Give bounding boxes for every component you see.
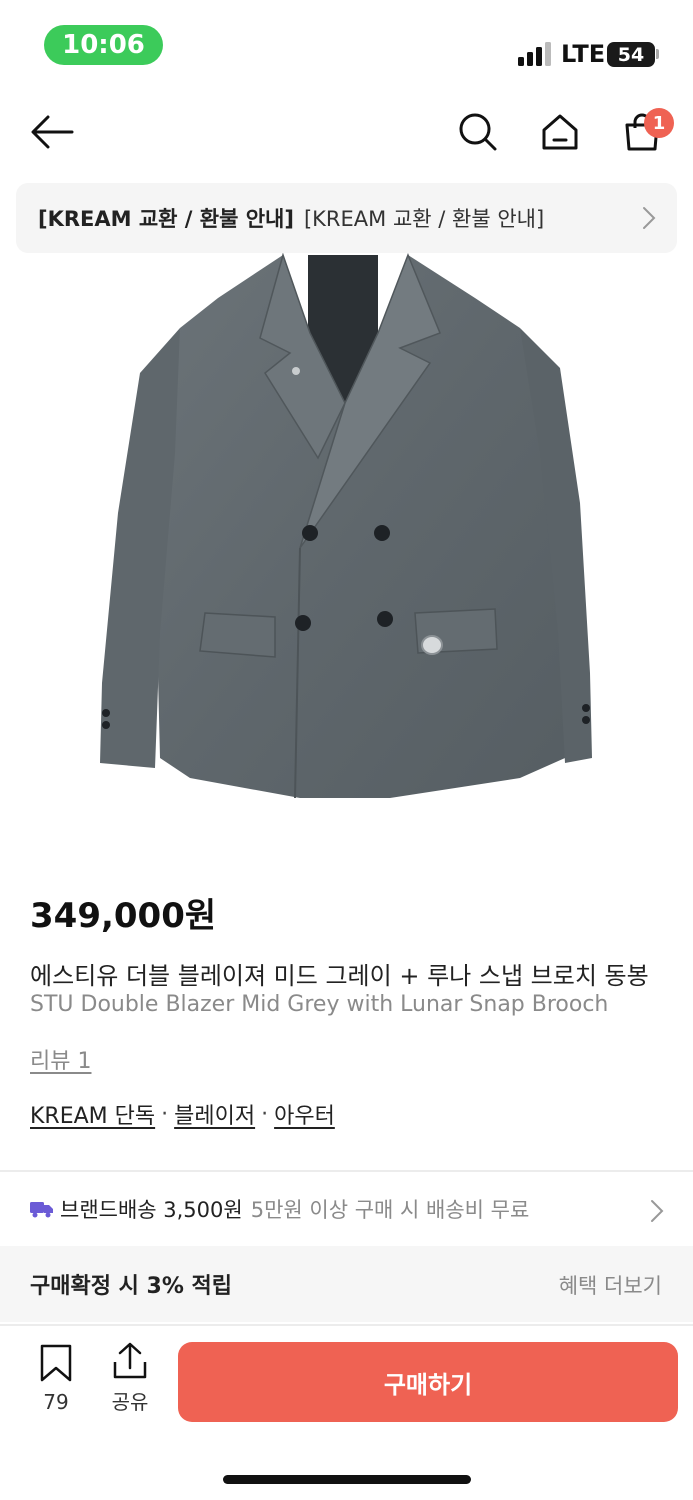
battery-icon: 54: [607, 42, 655, 67]
back-button[interactable]: [26, 106, 78, 158]
delivery-fee: 브랜드배송 3,500원: [60, 1198, 243, 1222]
notice-title: [KREAM 교환 / 환불 안내]: [38, 207, 294, 231]
share-button[interactable]: 공유: [104, 1342, 156, 1415]
delivery-info-row[interactable]: 브랜드배송 3,500원 5만원 이상 구매 시 배송비 무료: [0, 1172, 693, 1246]
product-price: 349,000원: [30, 896, 217, 936]
benefit-title: 구매확정 시 3% 적립: [30, 1274, 233, 1299]
home-icon: [542, 114, 578, 150]
search-icon: [459, 113, 497, 151]
notice-text: [KREAM 교환 / 환불 안내]: [303, 207, 545, 231]
status-bar: 10:06 LTE 54: [0, 0, 693, 90]
benefit-row: 구매확정 시 3% 적립 혜택 더보기: [0, 1246, 693, 1322]
buy-button[interactable]: 구매하기: [178, 1342, 678, 1422]
arrow-left-icon: [31, 115, 74, 149]
home-button[interactable]: [534, 106, 586, 158]
chevron-right-icon: [643, 207, 656, 229]
share-icon: [113, 1342, 147, 1379]
status-time: 10:06: [44, 25, 163, 65]
truck-icon: [30, 1202, 53, 1218]
product-name-korean: 에스티유 더블 블레이져 미드 그레이 + 루나 스냅 브로치 동봉: [30, 962, 649, 990]
exchange-refund-notice[interactable]: [KREAM 교환 / 환불 안내] [KREAM 교환 / 환불 안내]: [16, 183, 677, 253]
benefit-more-link[interactable]: 혜택 더보기: [559, 1270, 662, 1300]
product-image[interactable]: [0, 253, 693, 813]
network-label: LTE: [561, 40, 606, 68]
share-label: 공유: [111, 1390, 149, 1414]
bookmark-button[interactable]: 79: [32, 1344, 80, 1414]
signal-icon: [518, 42, 551, 66]
bottom-action-bar: 79 공유 구매하기: [0, 1324, 693, 1500]
tag-link[interactable]: 블레이저: [174, 1098, 255, 1130]
tag-link[interactable]: KREAM 단독: [30, 1098, 155, 1130]
battery-tip: [656, 49, 659, 59]
tag-separator: ·: [161, 1101, 169, 1127]
home-indicator: [223, 1475, 471, 1484]
search-button[interactable]: [452, 106, 504, 158]
bookmark-count: 79: [43, 1390, 69, 1414]
tag-separator: ·: [261, 1101, 269, 1127]
product-name-english: STU Double Blazer Mid Grey with Lunar Sn…: [30, 992, 609, 1017]
product-tags: KREAM 단독 · 블레이저 · 아우터: [30, 1098, 335, 1130]
top-nav: [0, 100, 693, 166]
bookmark-icon: [40, 1344, 72, 1382]
review-link[interactable]: 리뷰 1: [30, 1043, 91, 1075]
free-delivery-note: 5만원 이상 구매 시 배송비 무료: [250, 1198, 530, 1222]
chevron-right-icon: [651, 1200, 664, 1222]
tag-link[interactable]: 아우터: [274, 1098, 335, 1130]
cart-count-badge: 1: [644, 108, 674, 138]
